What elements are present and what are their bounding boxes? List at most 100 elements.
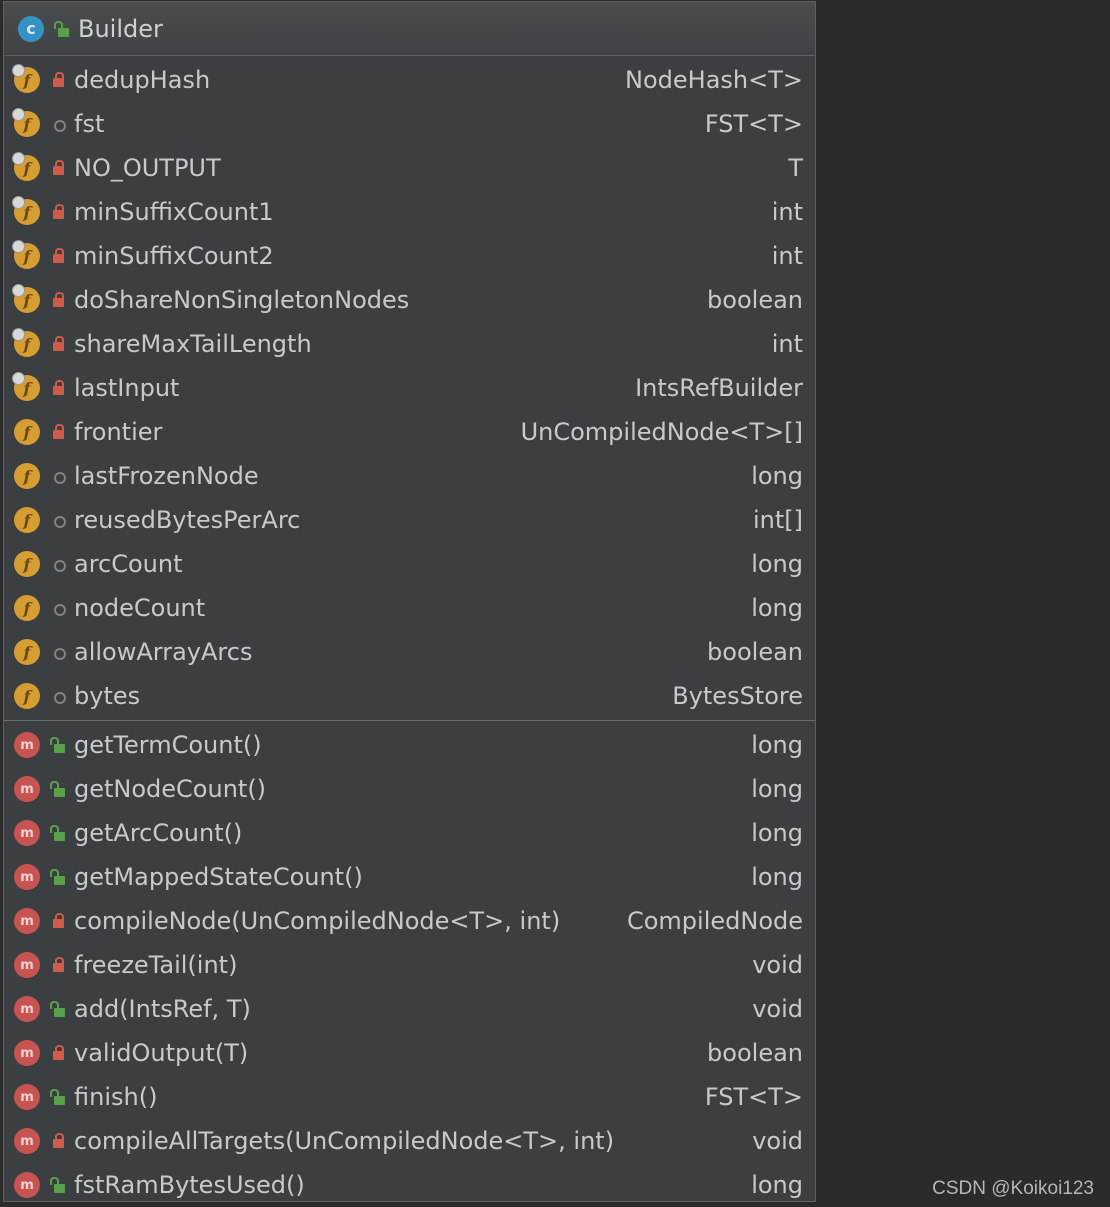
method-type: FST<T> <box>704 1083 803 1111</box>
field-icon: f <box>12 64 40 93</box>
field-row[interactable]: f fst FST<T> <box>4 102 815 146</box>
private-lock-icon <box>44 199 74 225</box>
method-name: getTermCount() <box>74 731 262 759</box>
pin-icon <box>12 196 25 209</box>
field-row[interactable]: f dedupHash NodeHash<T> <box>4 58 815 102</box>
pin-icon <box>12 372 25 385</box>
method-row[interactable]: m finish() FST<T> <box>4 1075 815 1119</box>
field-icon: f <box>12 372 40 401</box>
field-type: long <box>751 462 803 490</box>
field-type: int <box>771 242 803 270</box>
pin-icon <box>12 152 25 165</box>
field-type: int <box>771 198 803 226</box>
field-name: dedupHash <box>74 66 211 94</box>
method-row[interactable]: m getTermCount() long <box>4 723 815 767</box>
pin-icon <box>12 328 25 341</box>
method-name: compileNode(UnCompiledNode<T>, int) <box>74 907 561 935</box>
field-name: fst <box>74 110 105 138</box>
method-icon: m <box>14 1040 40 1066</box>
method-icon: m <box>14 908 40 934</box>
method-row[interactable]: m validOutput(T) boolean <box>4 1031 815 1075</box>
pin-icon <box>12 64 25 77</box>
method-icon: m <box>14 1172 40 1198</box>
field-row[interactable]: f doShareNonSingletonNodes boolean <box>4 278 815 322</box>
field-row[interactable]: f bytes BytesStore <box>4 674 815 718</box>
field-icon: f <box>14 551 40 577</box>
field-icon: f <box>12 152 40 181</box>
method-icon: m <box>14 1084 40 1110</box>
private-lock-icon <box>44 243 74 269</box>
package-private-icon <box>44 683 74 709</box>
method-row[interactable]: m compileAllTargets(UnCompiledNode<T>, in… <box>4 1119 815 1163</box>
public-lock-icon <box>44 776 74 802</box>
private-lock-icon <box>44 155 74 181</box>
public-icon <box>48 16 78 42</box>
private-lock-icon <box>44 287 74 313</box>
field-type: boolean <box>707 638 803 666</box>
field-row[interactable]: f minSuffixCount1 int <box>4 190 815 234</box>
field-icon: f <box>12 196 40 225</box>
public-lock-icon <box>44 732 74 758</box>
method-type: long <box>751 819 803 847</box>
method-row[interactable]: m getMappedStateCount() long <box>4 855 815 899</box>
field-icon: f <box>14 419 40 445</box>
field-row[interactable]: f NO_OUTPUT T <box>4 146 815 190</box>
pin-icon <box>12 240 25 253</box>
field-type: IntsRefBuilder <box>635 374 803 402</box>
method-row[interactable]: m add(IntsRef, T) void <box>4 987 815 1031</box>
method-icon: m <box>14 1128 40 1154</box>
method-icon: m <box>14 952 40 978</box>
field-name: minSuffixCount2 <box>74 242 274 270</box>
private-lock-icon <box>44 908 74 934</box>
field-icon: f <box>12 284 40 313</box>
field-name: frontier <box>74 418 163 446</box>
method-name: freezeTail(int) <box>74 951 238 979</box>
public-lock-icon <box>44 864 74 890</box>
package-private-icon <box>44 551 74 577</box>
method-row[interactable]: m compileNode(UnCompiledNode<T>, int) Comp… <box>4 899 815 943</box>
field-row[interactable]: f minSuffixCount2 int <box>4 234 815 278</box>
field-row[interactable]: f lastInput IntsRefBuilder <box>4 366 815 410</box>
field-row[interactable]: f arcCount long <box>4 542 815 586</box>
field-row[interactable]: f nodeCount long <box>4 586 815 630</box>
field-name: allowArrayArcs <box>74 638 253 666</box>
field-row[interactable]: f reusedBytesPerArc int[] <box>4 498 815 542</box>
field-row[interactable]: f frontier UnCompiledNode<T>[] <box>4 410 815 454</box>
field-name: doShareNonSingletonNodes <box>74 286 410 314</box>
public-lock-icon <box>44 820 74 846</box>
method-name: fstRamBytesUsed() <box>74 1171 305 1199</box>
field-name: shareMaxTailLength <box>74 330 312 358</box>
field-type: int[] <box>752 506 803 534</box>
field-icon: f <box>14 507 40 533</box>
method-icon: m <box>14 996 40 1022</box>
method-name: getArcCount() <box>74 819 243 847</box>
field-icon: f <box>12 240 40 269</box>
field-name: minSuffixCount1 <box>74 198 274 226</box>
field-type: FST<T> <box>704 110 803 138</box>
public-lock-icon <box>44 996 74 1022</box>
field-row[interactable]: f allowArrayArcs boolean <box>4 630 815 674</box>
method-row[interactable]: m getArcCount() long <box>4 811 815 855</box>
private-lock-icon <box>44 331 74 357</box>
package-private-icon <box>44 507 74 533</box>
field-type: long <box>751 550 803 578</box>
method-type: long <box>751 775 803 803</box>
field-row[interactable]: f lastFrozenNode long <box>4 454 815 498</box>
method-row[interactable]: m getNodeCount() long <box>4 767 815 811</box>
field-icon: f <box>14 595 40 621</box>
method-row[interactable]: m freezeTail(int) void <box>4 943 815 987</box>
method-icon: m <box>14 732 40 758</box>
package-private-icon <box>44 463 74 489</box>
field-icon: f <box>12 108 40 137</box>
field-row[interactable]: f shareMaxTailLength int <box>4 322 815 366</box>
package-private-icon <box>44 111 74 137</box>
method-type: long <box>751 731 803 759</box>
pin-icon <box>12 284 25 297</box>
method-row[interactable]: m fstRamBytesUsed() long <box>4 1163 815 1207</box>
field-type: T <box>788 154 803 182</box>
field-name: arcCount <box>74 550 183 578</box>
class-header[interactable]: c Builder <box>4 2 815 56</box>
field-icon: f <box>14 639 40 665</box>
method-type: long <box>751 863 803 891</box>
package-private-icon <box>44 639 74 665</box>
